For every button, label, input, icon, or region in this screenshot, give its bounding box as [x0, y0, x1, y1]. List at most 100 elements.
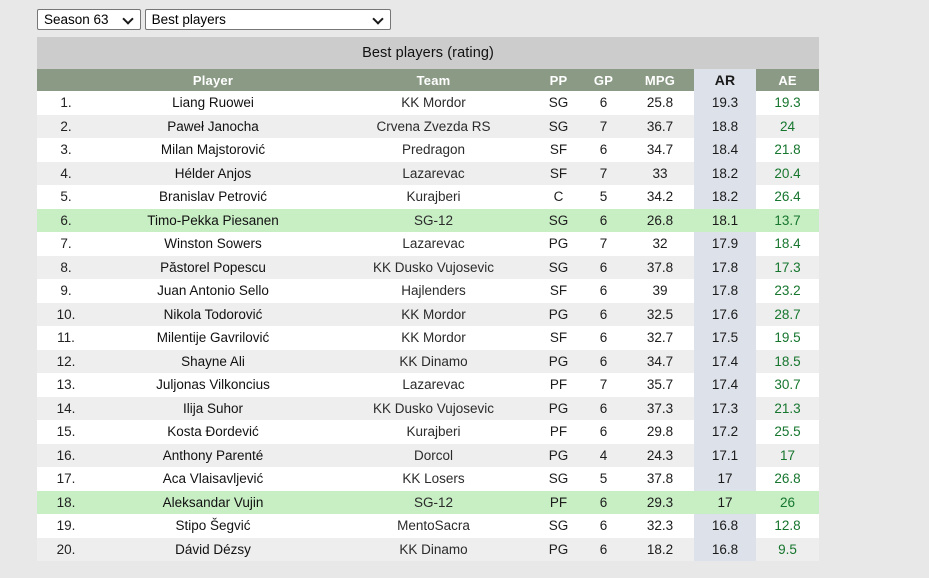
table-row[interactable]: 18. Aleksandar Vujin SG-12 PF 6 29.3 17 26: [37, 490, 820, 514]
table-row[interactable]: 5. Branislav Petrović Kurajberi C 5 34.2 18.2 2…: [37, 185, 820, 209]
cell-player[interactable]: Dávid Dézsy: [95, 537, 331, 561]
cell-pp: SG: [536, 514, 581, 538]
table-row[interactable]: 7. Winston Sowers Lazarevac PG 7 32 17.9 18.4: [37, 232, 820, 256]
column-header-rank[interactable]: [37, 69, 95, 91]
cell-player[interactable]: Păstorel Popescu: [95, 255, 331, 279]
chevron-down-icon: [124, 14, 135, 25]
cell-team[interactable]: KK Losers: [331, 467, 536, 491]
table-row[interactable]: 17. Aca Vlaisavljević KK Losers SG 5 37.8 17 26…: [37, 467, 820, 491]
cell-team[interactable]: Lazarevac: [331, 232, 536, 256]
season-select[interactable]: Season 63: [37, 9, 141, 30]
cell-team[interactable]: KK Dusko Vujosevic: [331, 255, 536, 279]
cell-player[interactable]: Nikola Todorović: [95, 302, 331, 326]
table-row[interactable]: 20. Dávid Dézsy KK Dinamo PG 6 18.2 16.8 9.5: [37, 537, 820, 561]
cell-rank: 9.: [37, 279, 95, 303]
table-row[interactable]: 9. Juan Antonio Sello Hajlenders SF 6 39 17.8 2…: [37, 279, 820, 303]
cell-team[interactable]: Lazarevac: [331, 161, 536, 185]
cell-player[interactable]: Hélder Anjos: [95, 161, 331, 185]
cell-player[interactable]: Timo-Pekka Piesanen: [95, 208, 331, 232]
cell-rank: 13.: [37, 373, 95, 397]
cell-ar: 17.8: [694, 255, 756, 279]
cell-player[interactable]: Milentije Gavrilović: [95, 326, 331, 350]
cell-team[interactable]: Crvena Zvezda RS: [331, 114, 536, 138]
cell-gp: 5: [581, 467, 626, 491]
cell-pp: PF: [536, 373, 581, 397]
table-row[interactable]: 6. Timo-Pekka Piesanen SG-12 SG 6 26.8 18.1 13.…: [37, 208, 820, 232]
column-header-pp[interactable]: PP: [536, 69, 581, 91]
cell-pp: PG: [536, 349, 581, 373]
cell-team[interactable]: MentoSacra: [331, 514, 536, 538]
table-row[interactable]: 1. Liang Ruowei KK Mordor SG 6 25.8 19.3 19.3: [37, 91, 820, 115]
table-title-bar: Best players (rating): [37, 37, 820, 69]
cell-mpg: 35.7: [626, 373, 694, 397]
cell-team[interactable]: Kurajberi: [331, 420, 536, 444]
cell-player[interactable]: Kosta Đordević: [95, 420, 331, 444]
cell-player[interactable]: Liang Ruowei: [95, 91, 331, 115]
cell-team[interactable]: SG-12: [331, 490, 536, 514]
cell-pp: PG: [536, 232, 581, 256]
cell-ar: 17.3: [694, 396, 756, 420]
table-row[interactable]: 8. Păstorel Popescu KK Dusko Vujosevic SG 6 3…: [37, 255, 820, 279]
cell-player[interactable]: Stipo Šegvić: [95, 514, 331, 538]
cell-rank: 4.: [37, 161, 95, 185]
table-row[interactable]: 12. Shayne Ali KK Dinamo PG 6 34.7 17.4 18.5: [37, 349, 820, 373]
cell-ae: 21.3: [756, 396, 820, 420]
table-row[interactable]: 15. Kosta Đordević Kurajberi PF 6 29.8 17.2 25.…: [37, 420, 820, 444]
cell-gp: 6: [581, 208, 626, 232]
cell-player[interactable]: Shayne Ali: [95, 349, 331, 373]
view-select[interactable]: Best players: [144, 9, 391, 30]
cell-team[interactable]: Lazarevac: [331, 373, 536, 397]
cell-team[interactable]: KK Dinamo: [331, 349, 536, 373]
cell-rank: 14.: [37, 396, 95, 420]
table-row[interactable]: 10. Nikola Todorović KK Mordor PG 6 32.5 17.6 2…: [37, 302, 820, 326]
cell-player[interactable]: Milan Majstorović: [95, 138, 331, 162]
cell-player[interactable]: Juljonas Vilkoncius: [95, 373, 331, 397]
column-header-ae[interactable]: AE: [756, 69, 820, 91]
cell-player[interactable]: Juan Antonio Sello: [95, 279, 331, 303]
cell-team[interactable]: SG-12: [331, 208, 536, 232]
table-row[interactable]: 2. Paweł Janocha Crvena Zvezda RS SG 7 36.7 18…: [37, 114, 820, 138]
cell-team[interactable]: KK Dinamo: [331, 537, 536, 561]
cell-mpg: 32.7: [626, 326, 694, 350]
cell-ae: 26: [756, 490, 820, 514]
cell-team[interactable]: Predragon: [331, 138, 536, 162]
cell-ar: 18.8: [694, 114, 756, 138]
cell-ar: 16.8: [694, 514, 756, 538]
cell-mpg: 32.3: [626, 514, 694, 538]
cell-mpg: 29.8: [626, 420, 694, 444]
cell-team[interactable]: KK Dusko Vujosevic: [331, 396, 536, 420]
cell-pp: SG: [536, 114, 581, 138]
table-row[interactable]: 11. Milentije Gavrilović KK Mordor SF 6 32.7 1…: [37, 326, 820, 350]
table-row[interactable]: 3. Milan Majstorović Predragon SF 6 34.7 18.4 2…: [37, 138, 820, 162]
cell-team[interactable]: Hajlenders: [331, 279, 536, 303]
column-header-mpg[interactable]: MPG: [626, 69, 694, 91]
cell-player[interactable]: Anthony Parenté: [95, 443, 331, 467]
table-row[interactable]: 19. Stipo Šegvić MentoSacra SG 6 32.3 16.8 12.8: [37, 514, 820, 538]
cell-team[interactable]: KK Mordor: [331, 302, 536, 326]
cell-team[interactable]: KK Mordor: [331, 91, 536, 115]
cell-player[interactable]: Winston Sowers: [95, 232, 331, 256]
cell-player[interactable]: Aleksandar Vujin: [95, 490, 331, 514]
cell-team[interactable]: Kurajberi: [331, 185, 536, 209]
cell-player[interactable]: Branislav Petrović: [95, 185, 331, 209]
cell-ae: 9.5: [756, 537, 820, 561]
table-row[interactable]: 16. Anthony Parenté Dorcol PG 4 24.3 17.1 17: [37, 443, 820, 467]
cell-ar: 17.5: [694, 326, 756, 350]
cell-ar: 17.6: [694, 302, 756, 326]
table-row[interactable]: 4. Hélder Anjos Lazarevac SF 7 33 18.2 20.4: [37, 161, 820, 185]
cell-player[interactable]: Paweł Janocha: [95, 114, 331, 138]
column-header-gp[interactable]: GP: [581, 69, 626, 91]
cell-ar: 18.2: [694, 185, 756, 209]
table-row[interactable]: 13. Juljonas Vilkoncius Lazarevac PF 7 35.7 17…: [37, 373, 820, 397]
column-header-team[interactable]: Team: [331, 69, 536, 91]
cell-team[interactable]: KK Mordor: [331, 326, 536, 350]
cell-mpg: 36.7: [626, 114, 694, 138]
cell-ar: 17.2: [694, 420, 756, 444]
cell-player[interactable]: Ilija Suhor: [95, 396, 331, 420]
cell-team[interactable]: Dorcol: [331, 443, 536, 467]
table-row[interactable]: 14. Ilija Suhor KK Dusko Vujosevic PG 6 37.3 1…: [37, 396, 820, 420]
cell-player[interactable]: Aca Vlaisavljević: [95, 467, 331, 491]
column-header-player[interactable]: Player: [95, 69, 331, 91]
cell-pp: PF: [536, 490, 581, 514]
column-header-ar[interactable]: AR: [694, 69, 756, 91]
